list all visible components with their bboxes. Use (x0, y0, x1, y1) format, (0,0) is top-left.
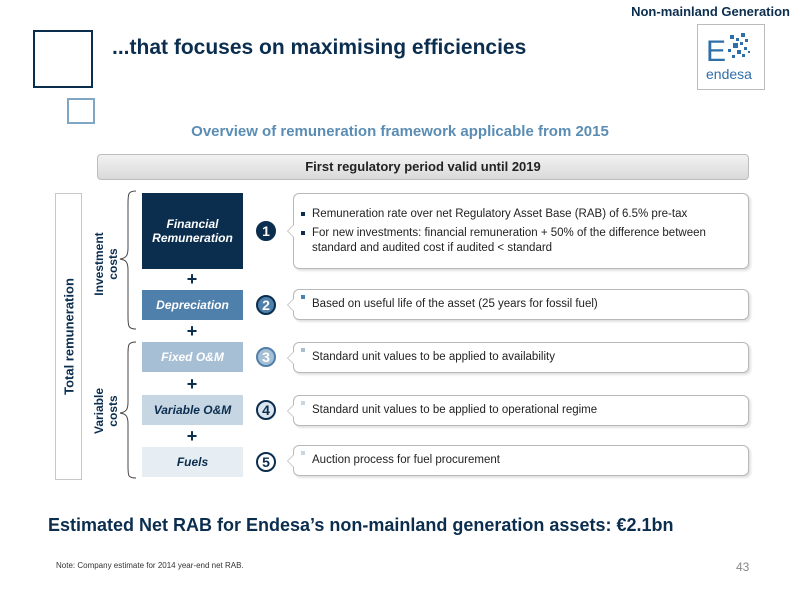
investment-brace (119, 190, 137, 330)
component-financial-remuneration: Financial Remuneration (142, 193, 243, 269)
period-banner: First regulatory period valid until 2019 (97, 154, 749, 180)
component-variable-om: Variable O&M (142, 395, 243, 425)
component-label: Financial (166, 217, 219, 231)
plus-sign: + (186, 426, 198, 446)
plus-sign: + (186, 269, 198, 289)
logo-text: endesa (706, 66, 752, 82)
investment-costs-label-line1: Investment (92, 232, 106, 296)
description-bullet: For new investments: financial remunerat… (301, 226, 748, 256)
plus-sign: + (186, 374, 198, 394)
description-bullet: Standard unit values to be applied to av… (301, 343, 748, 372)
footnote: Note: Company estimate for 2014 year-end… (56, 561, 244, 570)
page-number: 43 (736, 560, 750, 574)
component-label: Variable O&M (153, 403, 232, 417)
description-bullet: Standard unit values to be applied to op… (301, 396, 748, 425)
component-label: Depreciation (156, 298, 229, 312)
pointer-arrow (287, 453, 294, 468)
total-remuneration-box: Total remuneration (55, 193, 82, 480)
number-badge-1: 1 (256, 221, 276, 241)
brace-lines (119, 190, 137, 479)
logo-letter: E (706, 35, 726, 68)
component-label: Remuneration (152, 231, 233, 245)
pointer-arrow (287, 350, 294, 365)
section-tag: Non-mainland Generation (631, 4, 790, 19)
description-box-3: Standard unit values to be applied to av… (287, 342, 749, 373)
number-badge-2: 2 (256, 295, 276, 315)
description-bullet: Based on useful life of the asset (25 ye… (301, 290, 748, 319)
description-box-5: Auction process for fuel procurement (287, 445, 749, 476)
pointer-arrow (287, 297, 294, 312)
plus-sign: + (186, 321, 198, 341)
number-badge-3: 3 (256, 347, 276, 367)
description-bullet: Remuneration rate over net Regulatory As… (301, 207, 748, 222)
decorative-square-large (33, 30, 93, 88)
endesa-logo-icon: E endesa (706, 33, 752, 82)
number-badge-5: 5 (256, 452, 276, 472)
variable-costs-label-line2: costs (106, 395, 120, 427)
component-label: Fixed O&M (161, 350, 224, 364)
description-box-1: Remuneration rate over net Regulatory As… (287, 193, 749, 269)
total-remuneration-label: Total remuneration (61, 278, 77, 395)
endesa-logo: E endesa (697, 24, 765, 90)
page-title: ...that focuses on maximising efficienci… (112, 36, 527, 59)
component-label: Fuels (176, 455, 209, 469)
decorative-square-small (67, 98, 95, 124)
variable-costs-label: Variable costs (92, 371, 120, 451)
variable-brace (119, 341, 137, 479)
component-fixed-om: Fixed O&M (142, 342, 243, 372)
component-depreciation: Depreciation (142, 290, 243, 320)
component-fuels: Fuels (142, 447, 243, 477)
slide-subtitle: Overview of remuneration framework appli… (191, 123, 609, 140)
pointer-arrow (287, 403, 294, 418)
investment-costs-label-line2: costs (106, 248, 120, 280)
investment-costs-label: Investment costs (92, 224, 120, 304)
description-box-4: Standard unit values to be applied to op… (287, 395, 749, 426)
pointer-arrow (287, 224, 294, 238)
description-box-2: Based on useful life of the asset (25 ye… (287, 289, 749, 320)
variable-costs-label-line1: Variable (92, 387, 106, 435)
net-rab-summary: Estimated Net RAB for Endesa’s non-mainl… (48, 515, 674, 535)
number-badge-4: 4 (256, 400, 276, 420)
description-bullet: Auction process for fuel procurement (301, 446, 748, 475)
